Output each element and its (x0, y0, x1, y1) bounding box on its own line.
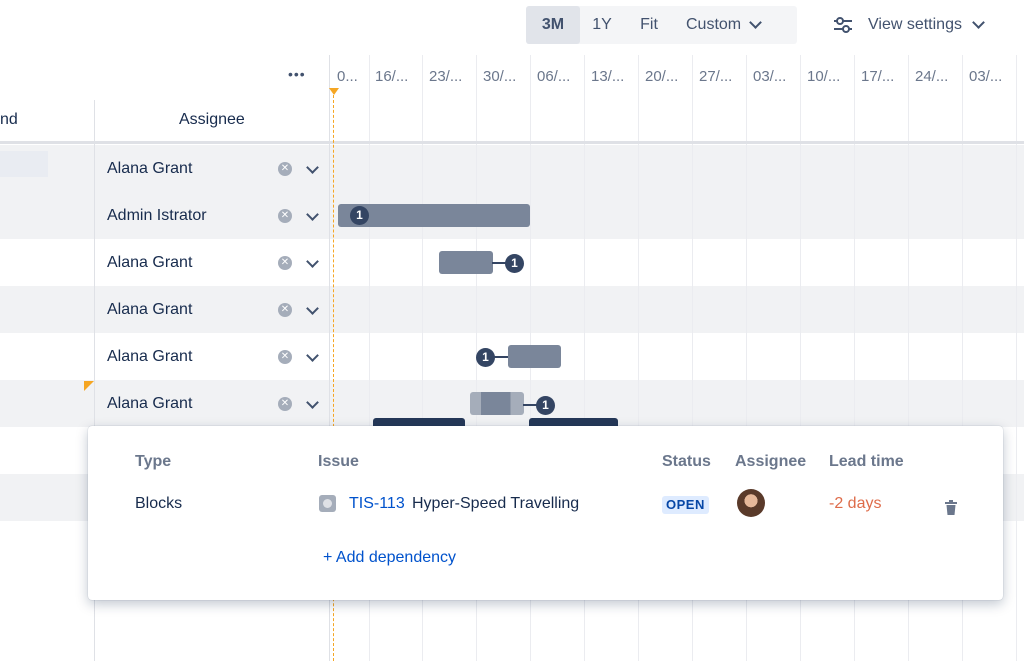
issue-summary: Hyper-Speed Travelling (412, 495, 580, 512)
dependency-type: Blocks (135, 495, 183, 512)
dependency-badge[interactable]: 1 (350, 206, 369, 225)
view-settings-button[interactable]: View settings (832, 6, 985, 44)
avatar[interactable] (737, 489, 765, 517)
timeline-range-selector: 3M 1Y Fit Custom (526, 6, 797, 44)
timeline-tick: 30/... (483, 68, 517, 85)
more-options-icon[interactable]: ••• (288, 66, 306, 82)
dependency-badge[interactable]: 1 (536, 396, 555, 415)
today-marker (329, 88, 339, 95)
add-dependency-button[interactable]: + Add dependency (323, 549, 456, 567)
timeline-bar[interactable] (508, 345, 561, 368)
dependency-badge[interactable]: 1 (476, 348, 495, 367)
assignee-cell[interactable]: Alana Grant (107, 160, 192, 178)
assignee-cell[interactable]: Alana Grant (107, 254, 192, 272)
timeline-tick: 0... (337, 68, 358, 85)
dependency-connector (492, 262, 506, 264)
assignee-cell[interactable]: Alana Grant (107, 301, 192, 319)
chevron-down-icon (749, 16, 762, 29)
timeline-tick: 13/... (591, 68, 625, 85)
assignee-cell[interactable]: Alana Grant (107, 348, 192, 366)
view-settings-label: View settings (868, 16, 962, 33)
timeline-tick: 20/... (645, 68, 679, 85)
column-header-partial: nd (0, 111, 18, 128)
timeline-tick: 24/... (915, 68, 949, 85)
header-type: Type (135, 453, 172, 470)
selected-cell (0, 151, 48, 177)
clear-icon[interactable]: ✕ (278, 350, 292, 364)
range-1y-button[interactable]: 1Y (580, 6, 624, 44)
timeline-bar[interactable] (470, 392, 524, 415)
header-lead-time: Lead time (829, 453, 904, 470)
clear-icon[interactable]: ✕ (278, 209, 292, 223)
trash-icon[interactable] (944, 500, 958, 516)
header-issue: Issue (318, 453, 359, 470)
dependency-connector (523, 404, 537, 406)
lead-time-value: -2 days (829, 495, 882, 512)
grid-line (1016, 55, 1017, 661)
header-status: Status (662, 453, 711, 470)
range-fit-button[interactable]: Fit (624, 6, 674, 44)
range-custom-dropdown[interactable]: Custom (674, 6, 796, 44)
flag-indicator (84, 381, 94, 391)
assignee-cell[interactable]: Alana Grant (107, 395, 192, 413)
timeline-tick: 23/... (429, 68, 463, 85)
status-badge: OPEN (662, 496, 709, 514)
timeline-tick: 27/... (699, 68, 733, 85)
issue-type-icon (319, 495, 336, 512)
range-3m-button[interactable]: 3M (526, 6, 580, 44)
issue-key-link[interactable]: TIS-113 (349, 495, 405, 513)
header-divider (0, 141, 1024, 144)
assignee-cell[interactable]: Admin Istrator (107, 207, 207, 225)
timeline-tick: 16/... (375, 68, 409, 85)
sliders-icon (834, 17, 852, 33)
timeline-tick: 17/... (861, 68, 895, 85)
dependencies-popup: Type Issue Status Assignee Lead time Blo… (88, 426, 1003, 600)
header-assignee: Assignee (735, 453, 807, 470)
timeline-bar[interactable] (439, 251, 493, 274)
range-custom-label: Custom (686, 16, 742, 33)
timeline-tick: 10/... (807, 68, 841, 85)
dependency-badge[interactable]: 1 (505, 254, 524, 273)
timeline-tick: 03/... (753, 68, 787, 85)
timeline-tick: 03/... (969, 68, 1003, 85)
clear-icon[interactable]: ✕ (278, 303, 292, 317)
clear-icon[interactable]: ✕ (278, 162, 292, 176)
chevron-down-icon (972, 16, 985, 29)
column-header-assignee[interactable]: Assignee (179, 111, 245, 129)
clear-icon[interactable]: ✕ (278, 397, 292, 411)
timeline-tick: 06/... (537, 68, 571, 85)
clear-icon[interactable]: ✕ (278, 256, 292, 270)
